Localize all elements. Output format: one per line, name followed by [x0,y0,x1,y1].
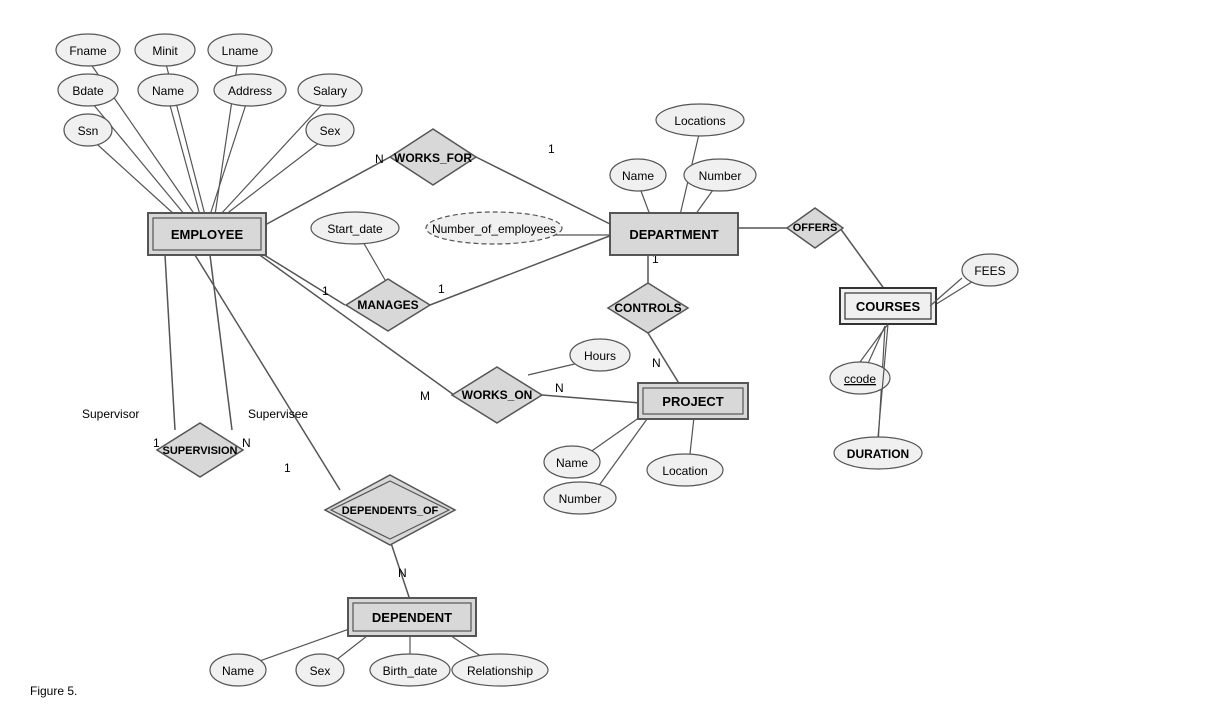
works-on-label: WORKS_ON [462,388,533,402]
start-date-attr-label: Start_date [327,222,383,236]
dep-relationship-attr-label: Relationship [467,664,533,678]
duration-attr-label: DURATION [847,447,909,461]
dep-sex-attr-label: Sex [310,664,331,678]
locations-attr-label: Locations [674,114,725,128]
salary-attr-label: Salary [313,84,347,98]
dep-birth-attr-label: Birth_date [383,664,438,678]
supervisor-label: Supervisor [82,407,139,421]
offers-label: OFFERS [793,222,838,234]
courses-entity-label: COURSES [856,299,921,314]
connections-layer: N 1 1 1 M N 1 N 1 N 1 N Supervisor Super… [0,0,1218,705]
dependents-of-label: DEPENDENTS_OF [342,505,439,517]
cardinality-depof-n: N [398,566,407,580]
cardinality-wo-m: M [420,389,430,403]
proj-name-attr-label: Name [556,456,588,470]
figure-label: Figure 5. [30,684,77,698]
ssn-attr-label: Ssn [78,124,99,138]
cardinality-mg-1b: 1 [438,282,445,296]
cardinality-ctrl-n: N [652,356,661,370]
supervision-label: SUPERVISION [163,445,238,457]
bdate-attr-label: Bdate [72,84,104,98]
cardinality-depof-1: 1 [284,461,291,475]
sex-attr-label: Sex [320,124,341,138]
cardinality-mg-1a: 1 [322,284,329,298]
proj-location-attr-label: Location [662,464,707,478]
dependent-entity-label: DEPENDENT [372,610,452,625]
cardinality-wf-n: N [375,152,384,166]
address-attr-label: Address [228,84,272,98]
supervisee-label: Supervisee [248,407,308,421]
name-dept-attr-label: Name [622,169,654,183]
hours-attr-label: Hours [584,349,616,363]
works-for-label: WORKS_FOR [394,151,472,165]
fees-attr-label: FEES [974,264,1005,278]
dep-name-attr-label: Name [222,664,254,678]
minit-attr-label: Minit [152,44,178,58]
cardinality-wo-n: N [555,381,564,395]
department-entity-label: DEPARTMENT [629,227,718,242]
controls-label: CONTROLS [614,301,681,315]
ccode-attr-label: ccode [844,372,876,386]
proj-number-attr-label: Number [559,492,602,506]
number-dept-attr-label: Number [699,169,742,183]
project-entity-label: PROJECT [662,394,723,409]
lname-attr-label: Lname [222,44,259,58]
num-employees-attr-label: Number_of_employees [432,222,556,236]
er-diagram: N 1 1 1 M N 1 N 1 N 1 N Supervisor Super… [0,0,1218,705]
fname-attr-label: Fname [69,44,107,58]
cardinality-wf-1: 1 [548,142,555,156]
employee-entity-label: EMPLOYEE [171,227,244,242]
cardinality-sup-n: N [242,436,251,450]
name-emp-attr-label: Name [152,84,184,98]
manages-label: MANAGES [357,298,418,312]
